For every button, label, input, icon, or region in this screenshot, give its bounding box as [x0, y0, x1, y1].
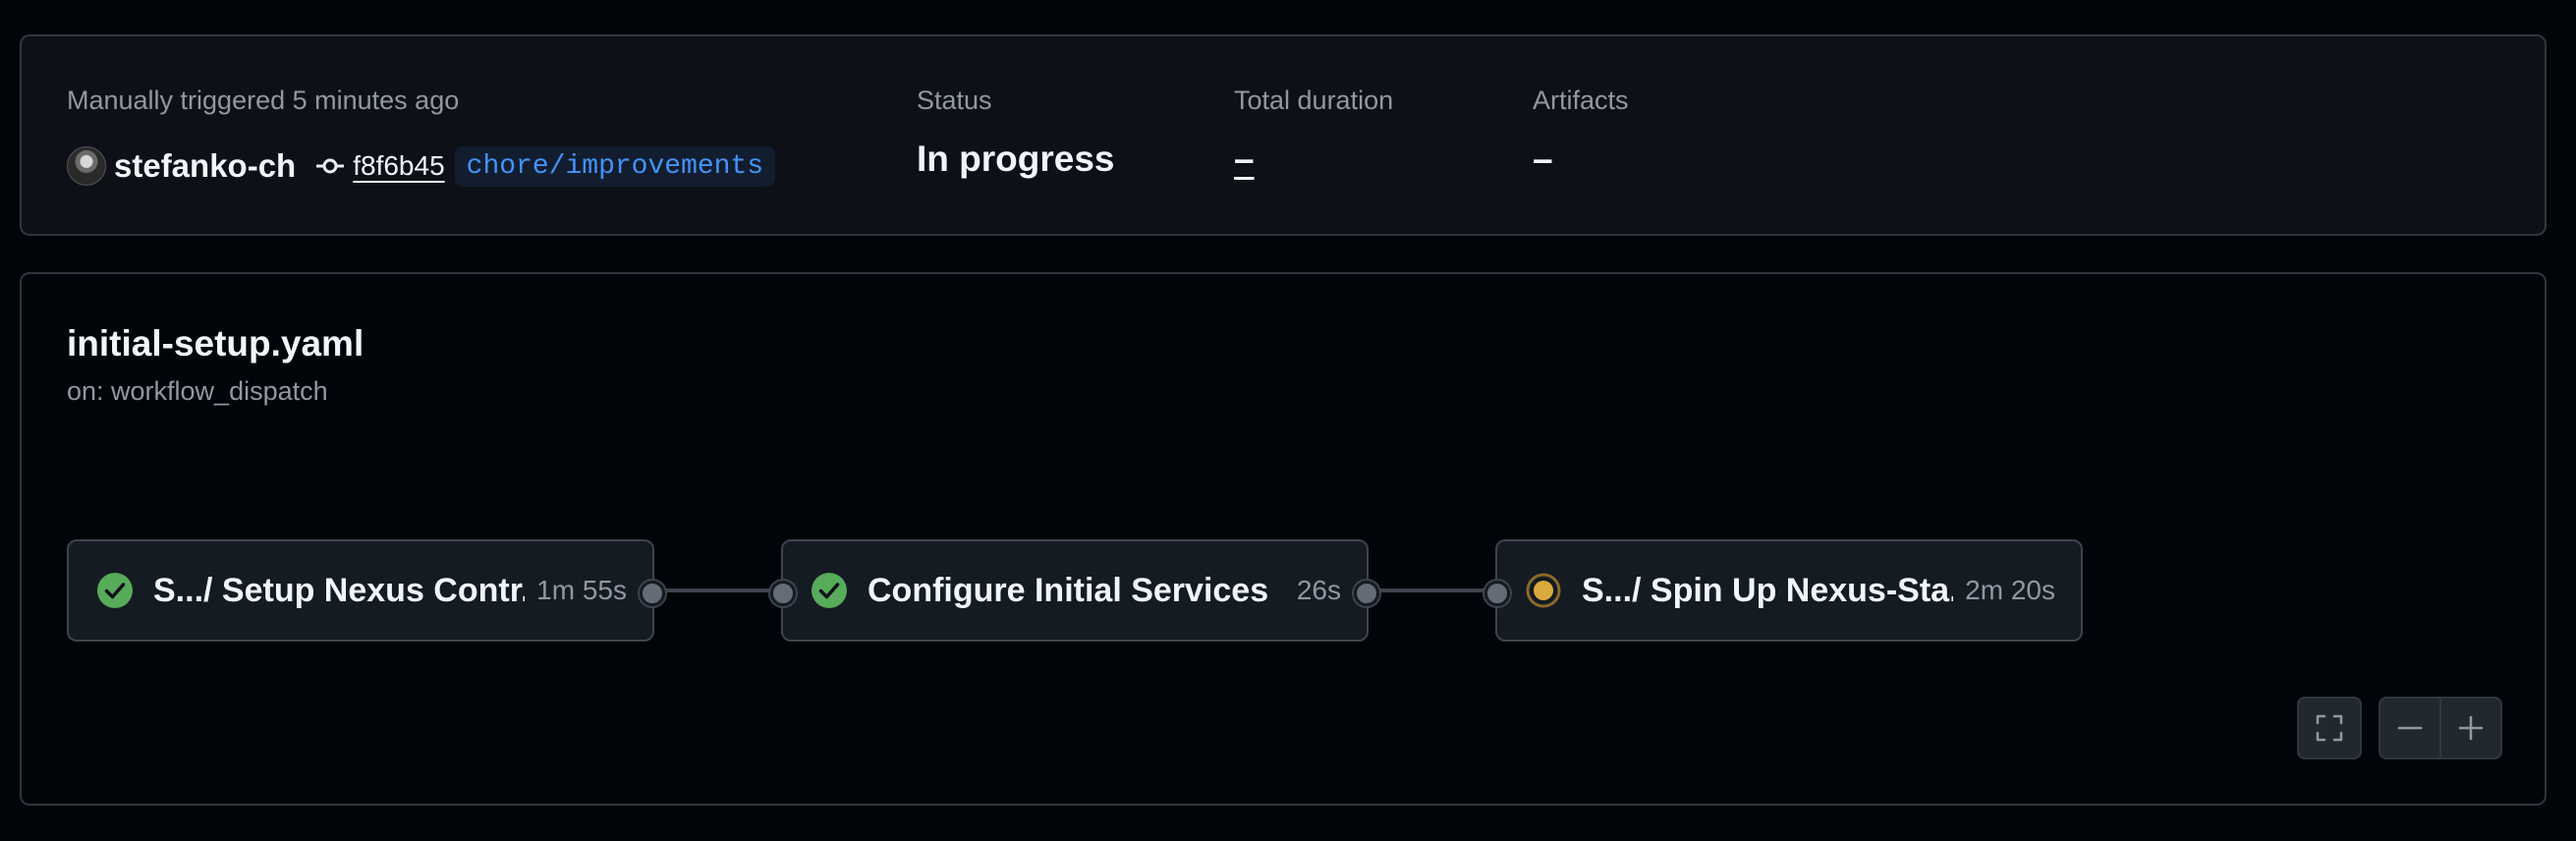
job-name: S.../ Spin Up Nexus-Sta...	[1582, 571, 1954, 609]
check-circle-icon	[97, 573, 133, 608]
job-connector	[1370, 589, 1495, 592]
job-card[interactable]: S.../ Spin Up Nexus-Sta... 2m 20s	[1483, 539, 2083, 642]
workflow-graph-panel: initial-setup.yaml on: workflow_dispatch…	[20, 272, 2547, 806]
zoom-out-button[interactable]	[2380, 699, 2439, 757]
job-input-port	[768, 579, 798, 608]
status-value: In progress	[917, 139, 1115, 179]
git-commit-icon	[315, 156, 345, 176]
duration-value[interactable]: –	[1234, 139, 1255, 180]
job-duration: 1m 55s	[536, 575, 627, 605]
zoom-controls	[2379, 697, 2502, 759]
job-card[interactable]: Configure Initial Services 26s	[768, 539, 1381, 642]
branch-link[interactable]: chore/improvements	[454, 145, 776, 187]
duration-label: Total duration	[1234, 85, 1394, 115]
job-input-port	[1483, 579, 1512, 608]
run-summary-panel: Manually triggered 5 minutes ago stefank…	[20, 34, 2547, 236]
workflow-file-title[interactable]: initial-setup.yaml	[67, 323, 364, 364]
minus-icon	[2397, 726, 2423, 730]
status-label: Status	[917, 85, 992, 115]
job-duration: 2m 20s	[1965, 575, 2055, 605]
actor-link[interactable]: stefanko-ch	[114, 147, 296, 185]
fullscreen-button[interactable]	[2297, 697, 2362, 759]
job-name: S.../ Setup Nexus Contr...	[153, 571, 526, 609]
artifacts-value: –	[1533, 139, 1553, 179]
commit-sha-link[interactable]: f8f6b45	[353, 150, 444, 182]
check-circle-icon	[812, 573, 847, 608]
trigger-details: stefanko-ch f8f6b45 chore/improvements	[67, 141, 776, 191]
job-name: Configure Initial Services	[868, 571, 1269, 609]
job-card[interactable]: S.../ Setup Nexus Contr... 1m 55s	[67, 539, 667, 642]
job-duration: 26s	[1296, 575, 1341, 605]
job-output-port	[1352, 579, 1381, 608]
plus-icon	[2458, 715, 2484, 741]
fullscreen-icon	[2316, 714, 2343, 742]
in-progress-dot-icon	[1526, 573, 1561, 608]
avatar[interactable]	[67, 146, 106, 186]
job-connector	[655, 589, 781, 592]
trigger-text: Manually triggered 5 minutes ago	[67, 85, 460, 115]
zoom-in-button[interactable]	[2441, 699, 2500, 757]
artifacts-label: Artifacts	[1533, 85, 1629, 115]
job-output-port	[638, 579, 667, 608]
workflow-trigger: on: workflow_dispatch	[67, 376, 328, 406]
